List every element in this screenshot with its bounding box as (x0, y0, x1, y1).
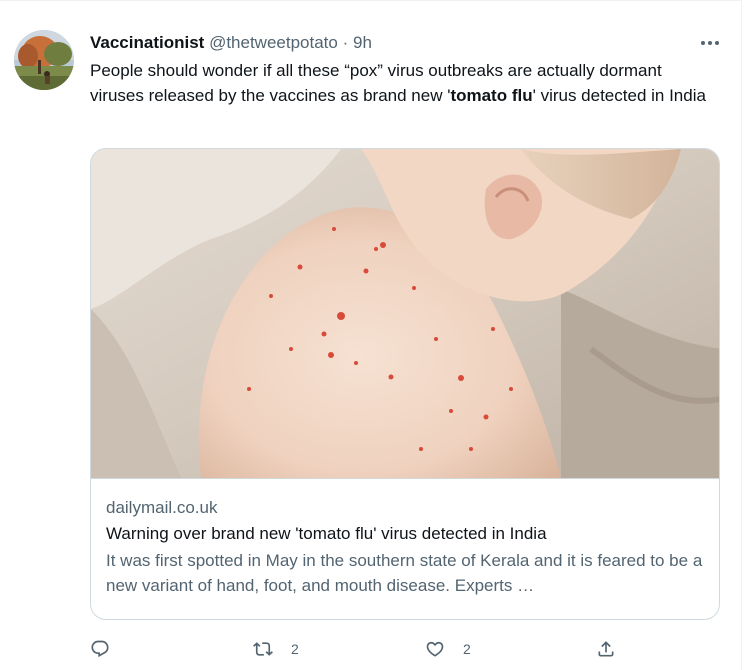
reply-icon (91, 640, 109, 658)
tweet-text-part2: ' virus detected in India (532, 86, 706, 105)
link-card[interactable]: dailymail.co.uk Warning over brand new '… (90, 148, 720, 620)
timestamp[interactable]: 9h (353, 33, 372, 52)
reply-button[interactable] (90, 633, 128, 665)
like-count: 2 (463, 641, 471, 657)
card-domain: dailymail.co.uk (106, 498, 218, 517)
card-description: It was first spotted in May in the south… (106, 551, 703, 595)
separator: · (342, 33, 349, 52)
retweet-count: 2 (291, 641, 299, 657)
card-image[interactable] (91, 149, 719, 478)
tweet-text-bold: tomato flu (450, 86, 533, 105)
card-body[interactable]: dailymail.co.uk Warning over brand new '… (91, 478, 719, 619)
tweet-header: Vaccinationist @thetweetpotato · 9h (90, 31, 372, 55)
retweet-icon (253, 642, 273, 656)
share-button[interactable] (596, 633, 616, 665)
author-name[interactable]: Vaccinationist (90, 33, 204, 52)
action-bar: 2 2 (90, 633, 720, 665)
more-icon[interactable] (696, 29, 724, 57)
card-title: Warning over brand new 'tomato flu' viru… (106, 524, 547, 543)
like-button[interactable]: 2 (425, 633, 471, 665)
tweet-text: People should wonder if all these “pox” … (90, 58, 720, 108)
share-icon (598, 641, 614, 657)
avatar[interactable] (14, 30, 74, 90)
author-handle[interactable]: @thetweetpotato (209, 33, 338, 52)
like-icon (426, 641, 444, 657)
retweet-button[interactable]: 2 (253, 633, 299, 665)
tweet[interactable]: Vaccinationist @thetweetpotato · 9h Peop… (0, 0, 742, 670)
